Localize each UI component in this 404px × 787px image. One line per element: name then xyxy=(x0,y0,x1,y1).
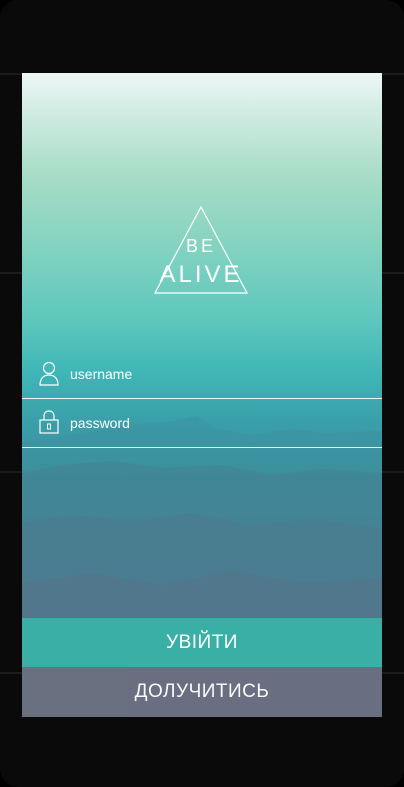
password-input[interactable] xyxy=(70,411,360,435)
login-button[interactable]: УВІЙТИ xyxy=(22,618,382,668)
logo-text-alive: ALIVE xyxy=(159,261,243,288)
username-input[interactable] xyxy=(70,362,360,386)
user-icon xyxy=(39,361,59,386)
lock-icon xyxy=(39,410,59,434)
logo-text-be: BE xyxy=(185,236,216,256)
password-field xyxy=(22,400,382,448)
join-button[interactable]: ДОЛУЧИТИСЬ xyxy=(22,667,382,717)
password-underline xyxy=(22,447,382,448)
username-field xyxy=(22,351,382,399)
phone-frame: BE ALIVE УВІЙТИ ДОЛУЧИТИСЬ xyxy=(0,0,404,787)
username-underline xyxy=(22,398,382,399)
login-screen: BE ALIVE УВІЙТИ ДОЛУЧИТИСЬ xyxy=(22,73,382,717)
